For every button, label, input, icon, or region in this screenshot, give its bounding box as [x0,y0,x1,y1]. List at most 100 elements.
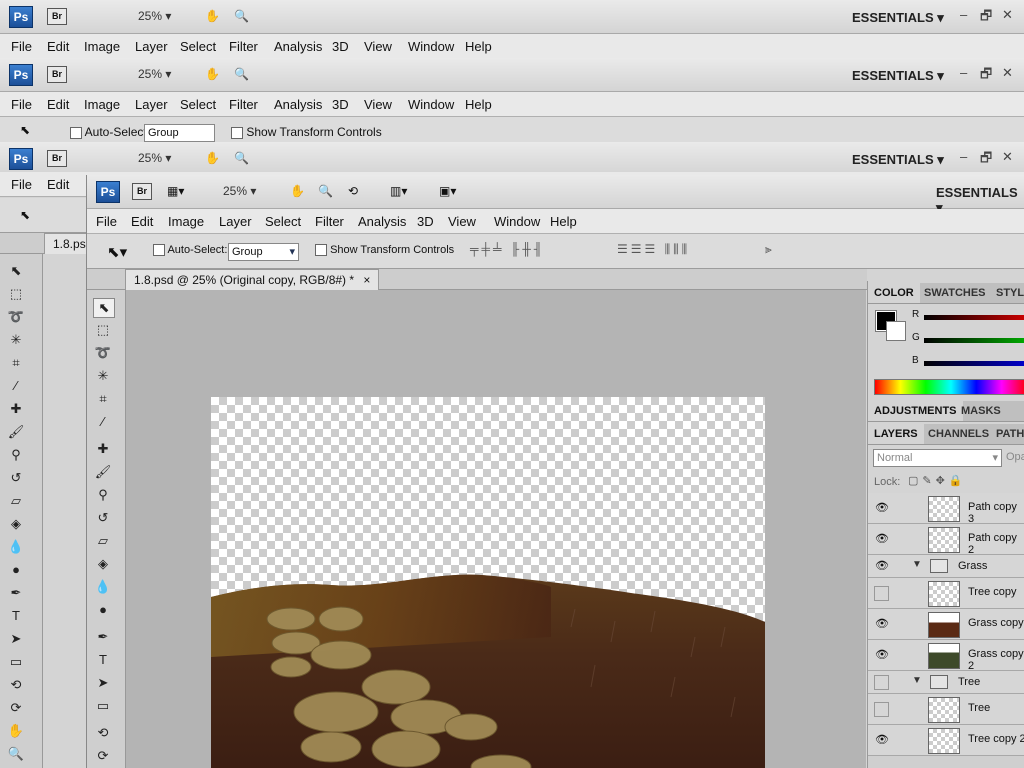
menu-file[interactable]: File [96,214,117,229]
magic-wand-tool-icon[interactable]: ✳ [6,331,26,349]
menu-select[interactable]: Select [180,97,216,112]
minimize-button[interactable]: – [960,65,967,80]
menu-help[interactable]: Help [465,97,492,112]
auto-select-checkbox[interactable]: Auto-Select: [153,244,227,257]
path-select-tool-icon[interactable]: ➤ [93,674,113,692]
show-transform-checkbox[interactable]: Show Transform Controls [315,244,454,257]
workspace-switcher[interactable]: ESSENTIALS ▾ [852,68,944,84]
hand-tool-icon[interactable]: ✋ [205,9,221,23]
pen-tool-icon[interactable]: ✒ [93,628,113,646]
close-button[interactable]: ✕ [1002,149,1013,165]
distribute-buttons-icon[interactable]: ☰☰☰ ⫼⫼⫼ [617,242,690,257]
eye-icon[interactable]: 👁 [875,648,889,661]
tab-paths[interactable]: PATH [990,424,1024,444]
menu-file[interactable]: File [11,177,32,192]
restore-button[interactable]: 🗗 [980,7,992,29]
layer-row[interactable]: 👁 Tree copy 2 [868,725,1024,756]
tab-layers[interactable]: LAYERS [868,424,924,444]
menu-window[interactable]: Window [494,214,540,229]
3d-rotate-tool-icon[interactable]: ⟲ [93,724,113,742]
shape-tool-icon[interactable]: ▭ [6,653,26,671]
menu-image[interactable]: Image [168,214,204,229]
menu-image[interactable]: Image [84,97,120,112]
document-tab[interactable]: 1.8.psd @ 25% (Original copy, RGB/8#) * … [125,269,380,290]
menu-3d[interactable]: 3D [332,97,349,112]
stamp-tool-icon[interactable]: ⚲ [6,446,26,464]
brush-tool-icon[interactable]: 🖌 [93,463,113,481]
hand-tool-icon[interactable]: ✋ [290,184,306,198]
menu-3d[interactable]: 3D [417,214,434,229]
menu-edit[interactable]: Edit [131,214,153,229]
expand-group-icon[interactable]: ▼ [912,675,922,686]
menu-view[interactable]: View [364,39,392,54]
menu-edit[interactable]: Edit [47,39,69,54]
stamp-tool-icon[interactable]: ⚲ [93,486,113,504]
tab-swatches[interactable]: SWATCHES [918,283,992,303]
menu-select[interactable]: Select [265,214,301,229]
bridge-button[interactable]: Br [47,8,67,25]
restore-button[interactable]: 🗗 [980,65,992,87]
menu-image[interactable]: Image [84,39,120,54]
zoom-tool-icon[interactable]: 🔍 [234,67,250,81]
tab-color[interactable]: COLOR [868,283,920,303]
zoom-select[interactable]: 25% ▾ [138,151,171,165]
bridge-button[interactable]: Br [132,183,152,200]
marquee-tool-icon[interactable]: ⬚ [93,321,113,339]
layer-group-row[interactable]: 👁 ▼ Grass [868,555,1024,578]
document-canvas[interactable] [211,397,765,768]
menu-edit[interactable]: Edit [47,97,69,112]
history-brush-tool-icon[interactable]: ↺ [93,509,113,527]
magic-wand-tool-icon[interactable]: ✳ [93,367,113,385]
crop-tool-icon[interactable]: ⌗ [93,390,113,408]
menu-3d[interactable]: 3D [332,39,349,54]
marquee-tool-icon[interactable]: ⬚ [6,285,26,303]
menu-edit[interactable]: Edit [47,177,69,192]
menu-file[interactable]: File [11,39,32,54]
zoom-tool-icon[interactable]: 🔍 [6,745,26,763]
lasso-tool-icon[interactable]: ➰ [6,308,26,326]
pen-tool-icon[interactable]: ✒ [6,584,26,602]
healing-tool-icon[interactable]: ✚ [6,400,26,418]
path-select-tool-icon[interactable]: ➤ [6,630,26,648]
bridge-button[interactable]: Br [47,66,67,83]
move-tool-icon[interactable]: ⬉ [6,262,26,280]
blend-mode-dropdown[interactable]: Normal ▾ [873,449,1002,467]
menu-view[interactable]: View [364,97,392,112]
eyedropper-tool-icon[interactable]: ⁄ [6,377,26,395]
tab-adjustments[interactable]: ADJUSTMENTS [868,401,963,421]
bucket-tool-icon[interactable]: ◈ [6,515,26,533]
healing-tool-icon[interactable]: ✚ [93,440,113,458]
workspace-switcher[interactable]: ESSENTIALS ▾ [852,152,944,168]
screen-mode-icon[interactable]: ▦▾ [167,184,184,198]
menu-filter[interactable]: Filter [229,39,258,54]
menu-filter[interactable]: Filter [315,214,344,229]
eraser-tool-icon[interactable]: ▱ [6,492,26,510]
eye-icon[interactable]: 👁 [875,501,889,514]
layer-group-row[interactable]: ▼ Tree [868,671,1024,694]
type-tool-icon[interactable]: T [93,651,113,669]
eraser-tool-icon[interactable]: ▱ [93,532,113,550]
hand-tool-icon[interactable]: ✋ [205,151,221,165]
align-buttons-icon[interactable]: ╤╪╧ ╟╫╢ [470,242,545,256]
close-tab-icon[interactable]: × [363,273,370,287]
dodge-tool-icon[interactable]: ● [6,561,26,579]
3d-orbit-tool-icon[interactable]: ⟳ [6,699,26,717]
green-slider[interactable] [924,338,1024,343]
expand-group-icon[interactable]: ▼ [912,559,922,570]
show-transform-checkbox[interactable]: Show Transform Controls [231,125,382,139]
shape-tool-icon[interactable]: ▭ [93,697,113,715]
menu-window[interactable]: Window [408,97,454,112]
lock-buttons-icon[interactable]: ▢✎✥🔒 [908,474,967,487]
layer-row[interactable]: Tree [868,694,1024,725]
auto-select-dropdown[interactable]: Group ▾ [228,243,299,261]
rotate-view-icon[interactable]: ⟲ [348,184,364,198]
menu-select[interactable]: Select [180,39,216,54]
menu-window[interactable]: Window [408,39,454,54]
eye-icon[interactable]: 👁 [875,617,889,630]
move-tool-icon[interactable]: ⬉ [20,123,30,137]
auto-select-dropdown[interactable]: Group [144,124,215,142]
menu-help[interactable]: Help [465,39,492,54]
background-color-swatch[interactable] [886,321,906,341]
bucket-tool-icon[interactable]: ◈ [93,555,113,573]
zoom-select[interactable]: 25% ▾ [138,67,171,81]
